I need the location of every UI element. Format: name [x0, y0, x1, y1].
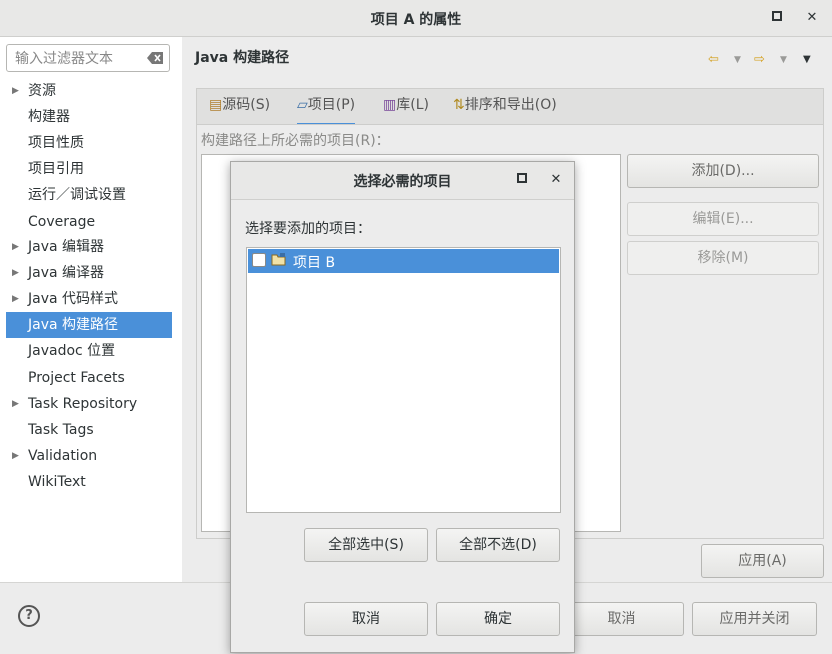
- dialog-maximize-icon[interactable]: [512, 170, 532, 190]
- tab-libraries[interactable]: ▥库(L): [383, 89, 429, 123]
- maximize-icon[interactable]: [767, 8, 787, 28]
- deselect-all-button[interactable]: 全部不选(D): [436, 528, 560, 562]
- tree-item-java-compiler[interactable]: ▶ Java 编译器: [6, 260, 172, 286]
- project-folder-icon: [271, 252, 286, 270]
- tree-item-java-build-path[interactable]: Java 构建路径: [6, 312, 172, 338]
- tree-item-javadoc-location[interactable]: Javadoc 位置: [6, 338, 172, 364]
- tree-item-project-references[interactable]: 项目引用: [6, 156, 172, 182]
- add-project-button[interactable]: 添加(D)...: [627, 154, 819, 188]
- expand-arrow-icon[interactable]: ▶: [12, 78, 20, 104]
- dialog-prompt: 选择要添加的项目：: [245, 221, 371, 237]
- tree-item-label: Project Facets: [28, 370, 125, 386]
- tree-item-java-editor[interactable]: ▶ Java 编辑器: [6, 234, 172, 260]
- tree-item-run-debug-settings[interactable]: 运行／调试设置: [6, 182, 172, 208]
- tree-item-label: WikiText: [28, 474, 86, 490]
- project-checklist[interactable]: 项目 B: [246, 247, 561, 513]
- project-checkbox[interactable]: [252, 253, 266, 267]
- expand-arrow-icon[interactable]: ▶: [12, 443, 20, 469]
- tree-item-label: Java 代码样式: [28, 291, 119, 307]
- source-folder-icon: ▤: [209, 97, 223, 113]
- tree-item-label: Coverage: [28, 214, 96, 230]
- project-item-label: 项目 B: [293, 255, 336, 271]
- help-icon[interactable]: ?: [18, 605, 40, 627]
- tab-projects[interactable]: ▱项目(P): [297, 89, 356, 126]
- view-menu-icon[interactable]: ▼: [803, 54, 811, 65]
- tree-item-label: 运行／调试设置: [28, 187, 126, 203]
- tree-item-label: Task Repository: [28, 396, 138, 412]
- dialog-close-icon[interactable]: ✕: [546, 170, 566, 190]
- tab-order-export[interactable]: ⇅排序和导出(O): [453, 89, 557, 123]
- tab-source[interactable]: ▤源码(S): [209, 89, 270, 123]
- tree-item-coverage[interactable]: Coverage: [6, 209, 172, 235]
- expand-arrow-icon[interactable]: ▶: [12, 391, 20, 417]
- required-projects-label: 构建路径上所必需的项目(R)：: [201, 133, 390, 149]
- dialog-titlebar: 选择必需的项目 ✕: [231, 162, 574, 200]
- window-title: 项目 A 的属性: [370, 12, 462, 28]
- tree-item-builders[interactable]: 构建器: [6, 104, 172, 130]
- build-path-tabs: ▤源码(S) ▱项目(P) ▥库(L) ⇅排序和导出(O): [196, 88, 824, 126]
- clear-text-icon[interactable]: [147, 52, 163, 64]
- forward-arrow-icon[interactable]: ⇨: [754, 52, 765, 67]
- tree-item-label: Javadoc 位置: [28, 343, 116, 359]
- forward-history-dropdown-icon[interactable]: ▼: [780, 55, 787, 65]
- tree-item-project-facets[interactable]: Project Facets: [6, 365, 172, 391]
- window-titlebar: 项目 A 的属性 ✕: [0, 0, 832, 37]
- filter-input[interactable]: [13, 46, 147, 72]
- library-icon: ▥: [383, 97, 397, 113]
- edit-project-button[interactable]: 编辑(E)...: [627, 202, 819, 236]
- dialog-ok-button[interactable]: 确定: [436, 602, 560, 636]
- project-folder-icon: ▱: [297, 97, 308, 113]
- tree-item-label: 构建器: [28, 109, 70, 125]
- select-all-button[interactable]: 全部选中(S): [304, 528, 428, 562]
- tree-item-task-repository[interactable]: ▶ Task Repository: [6, 391, 172, 417]
- filter-field[interactable]: [6, 44, 170, 72]
- tree-item-label: 项目引用: [28, 161, 84, 177]
- tree-item-label: Task Tags: [28, 422, 94, 438]
- project-list-item[interactable]: 项目 B: [248, 249, 559, 273]
- tree-item-java-code-style[interactable]: ▶ Java 代码样式: [6, 286, 172, 312]
- back-history-dropdown-icon[interactable]: ▼: [734, 55, 741, 65]
- tree-item-project-natures[interactable]: 项目性质: [6, 130, 172, 156]
- tree-item-label: Java 编辑器: [28, 239, 105, 255]
- tree-item-task-tags[interactable]: Task Tags: [6, 417, 172, 443]
- tree-item-label: 项目性质: [28, 135, 84, 151]
- expand-arrow-icon[interactable]: ▶: [12, 286, 20, 312]
- order-export-icon: ⇅: [453, 97, 465, 113]
- tree-item-label: 资源: [28, 83, 56, 99]
- remove-project-button[interactable]: 移除(M): [627, 241, 819, 275]
- expand-arrow-icon[interactable]: ▶: [12, 234, 20, 260]
- cancel-button[interactable]: 取消: [559, 602, 684, 636]
- tree-item-validation[interactable]: ▶ Validation: [6, 443, 172, 469]
- dialog-cancel-button[interactable]: 取消: [304, 602, 428, 636]
- page-title: Java 构建路径: [195, 50, 290, 66]
- back-arrow-icon[interactable]: ⇦: [708, 52, 719, 67]
- apply-and-close-button[interactable]: 应用并关闭: [692, 602, 817, 636]
- tree-item-resource[interactable]: ▶ 资源: [6, 78, 172, 104]
- tree-item-wikitext[interactable]: WikiText: [6, 469, 172, 495]
- tree-item-label: Validation: [28, 448, 98, 464]
- apply-button[interactable]: 应用(A): [701, 544, 824, 578]
- select-required-projects-dialog: 选择必需的项目 ✕ 选择要添加的项目： 项目 B 全部选中(S) 全部不选(D)…: [230, 161, 575, 653]
- tree-item-label: Java 构建路径: [28, 317, 119, 333]
- close-icon[interactable]: ✕: [802, 8, 822, 28]
- tree-item-label: Java 编译器: [28, 265, 105, 281]
- expand-arrow-icon[interactable]: ▶: [12, 260, 20, 286]
